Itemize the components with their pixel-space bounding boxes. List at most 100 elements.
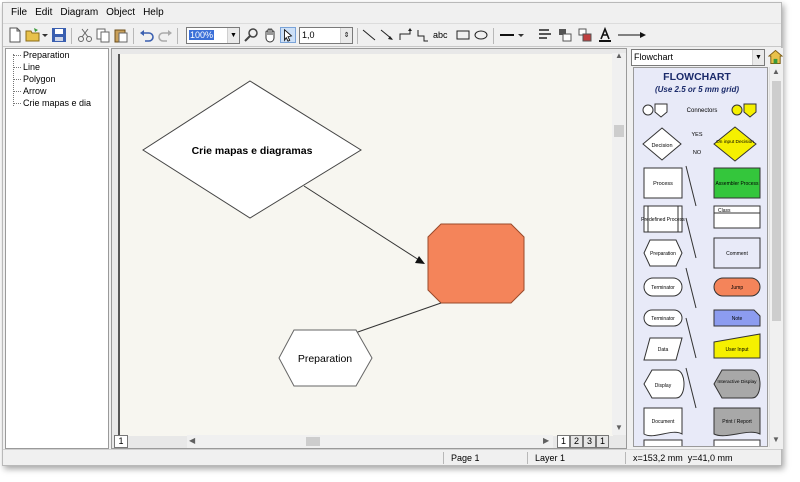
- jump-label: Jump: [731, 285, 743, 291]
- connector-shape[interactable]: [642, 104, 654, 116]
- tree-item-line[interactable]: Line: [9, 61, 40, 73]
- menu-object[interactable]: Object: [102, 3, 139, 23]
- scroll-thumb[interactable]: [772, 81, 781, 321]
- library-home-icon[interactable]: [768, 49, 783, 65]
- preparation-label: Preparation: [650, 251, 676, 257]
- cut-icon[interactable]: [77, 27, 93, 43]
- page-tab[interactable]: 1: [557, 435, 570, 448]
- stepper-icon[interactable]: ⇕: [340, 28, 352, 43]
- library-select[interactable]: Flowchart ▼: [631, 49, 765, 66]
- scroll-right-icon[interactable]: ▶: [543, 436, 549, 445]
- chevron-down-icon[interactable]: [517, 27, 525, 43]
- user-input-label: User Input: [725, 347, 749, 353]
- on-input-decision-label: On input Decision: [716, 139, 754, 145]
- chevron-down-icon[interactable]: [41, 27, 49, 43]
- open-folder-icon[interactable]: [25, 27, 41, 43]
- tree-item-arrow[interactable]: Arrow: [9, 85, 47, 97]
- menu-bar: File Edit Diagram Object Help: [3, 3, 781, 23]
- save-icon[interactable]: [51, 27, 67, 43]
- scroll-thumb[interactable]: [306, 437, 320, 446]
- page-tab[interactable]: 3: [583, 435, 596, 448]
- undo-icon[interactable]: [139, 27, 155, 43]
- zoom-value: 100%: [189, 30, 215, 40]
- font-color-icon[interactable]: [597, 27, 613, 43]
- canvas-horizontal-scrollbar[interactable]: ◀ ▶: [187, 435, 553, 448]
- tree-item-decision[interactable]: Crie mapas e dia: [9, 97, 91, 109]
- line-tool-icon[interactable]: [361, 27, 377, 43]
- connector-yellow-shape[interactable]: [731, 104, 743, 116]
- tree-item-preparation[interactable]: Preparation: [9, 49, 70, 61]
- align-icon[interactable]: [537, 27, 553, 43]
- connector-tool-icon[interactable]: [397, 27, 413, 43]
- offpage-connector-shape[interactable]: [654, 103, 668, 118]
- menu-file[interactable]: File: [7, 3, 31, 23]
- status-coordinates: x=153,2 mm y=41,0 mm: [633, 453, 733, 463]
- decision-text: Crie mapas e diagramas: [192, 145, 313, 157]
- class-label: Class: [718, 208, 731, 214]
- menu-edit[interactable]: Edit: [31, 3, 56, 23]
- yes-label: YES: [691, 132, 702, 138]
- menu-diagram[interactable]: Diagram: [56, 3, 102, 23]
- scroll-up-icon[interactable]: ▲: [772, 67, 780, 76]
- terminator-label: Terminator: [651, 285, 675, 291]
- interactive-display-label: Interactive Display: [717, 379, 757, 385]
- ellipse-tool-icon[interactable]: [473, 27, 489, 43]
- palette-scrollbar[interactable]: ▲ ▼: [769, 67, 782, 447]
- zoom-select[interactable]: 100% ▼: [186, 27, 240, 44]
- canvas-vertical-scrollbar[interactable]: ▲ ▼: [612, 51, 626, 435]
- bring-front-icon[interactable]: [557, 27, 573, 43]
- paste-icon[interactable]: [113, 27, 129, 43]
- pan-hand-icon[interactable]: [262, 27, 278, 43]
- library-select-value: Flowchart: [634, 52, 674, 62]
- note-label: Note: [732, 316, 743, 322]
- scroll-up-icon[interactable]: ▲: [615, 51, 623, 60]
- scroll-down-icon[interactable]: ▼: [772, 435, 780, 444]
- assembler-process-label: Assembler Process: [715, 181, 759, 187]
- library-title: FLOWCHART: [663, 71, 731, 83]
- chevron-down-icon: ▼: [227, 28, 239, 43]
- new-document-icon[interactable]: [7, 27, 23, 43]
- connectors-label: Connectors: [687, 108, 718, 114]
- pointer-select-icon[interactable]: [280, 27, 296, 43]
- line-style-icon[interactable]: [499, 27, 515, 43]
- page-tab[interactable]: 2: [570, 435, 583, 448]
- line-width-field[interactable]: 1,0 ⇕: [299, 27, 353, 44]
- diagram-canvas[interactable]: Crie mapas e diagramas Preparation: [113, 50, 613, 436]
- page-tab[interactable]: 1: [596, 435, 609, 448]
- tree-item-polygon[interactable]: Polygon: [9, 73, 56, 85]
- scroll-down-icon[interactable]: ▼: [615, 423, 623, 432]
- shape-library-panel: Flowchart ▼ FLOWCHART (Use 2.5 or 5 mm gr…: [629, 48, 783, 449]
- curve-connector-icon[interactable]: [415, 27, 431, 43]
- copy-icon[interactable]: [95, 27, 111, 43]
- canvas-frame: Crie mapas e diagramas Preparation 1: [111, 48, 627, 449]
- menu-help[interactable]: Help: [139, 3, 168, 23]
- chevron-down-icon: ▼: [752, 50, 764, 65]
- preparation-text: Preparation: [298, 353, 352, 365]
- redo-icon[interactable]: [157, 27, 173, 43]
- status-page: Page 1: [451, 453, 480, 463]
- rectangle-tool-icon[interactable]: [455, 27, 471, 43]
- object-tree: Preparation Line Polygon Arrow Crie mapa…: [5, 48, 109, 449]
- page-tabs: 1 2 3 1: [555, 435, 613, 448]
- shape-palette[interactable]: FLOWCHART (Use 2.5 or 5 mm grid) Connect…: [633, 67, 768, 447]
- offpage-connector-yellow-shape[interactable]: [743, 103, 757, 118]
- scroll-thumb[interactable]: [614, 125, 624, 137]
- line-end-icon[interactable]: [617, 27, 647, 43]
- line-width-value: 1,0: [302, 30, 315, 40]
- send-back-icon[interactable]: [577, 27, 593, 43]
- toolbar: 100% ▼ 1,0 ⇕ abc: [3, 23, 781, 47]
- display-label: Display: [655, 383, 672, 389]
- predefined-process-label: Predefined Process: [641, 217, 685, 223]
- octagon-shape[interactable]: [427, 223, 525, 304]
- user-input-shape[interactable]: [713, 333, 761, 359]
- text-tool-button[interactable]: abc: [433, 27, 453, 43]
- page-tab-left[interactable]: 1: [114, 435, 128, 448]
- comment-label: Comment: [726, 251, 748, 257]
- print-report-label: Print / Report: [722, 419, 752, 425]
- document-label: Document: [652, 419, 675, 425]
- zoom-icon[interactable]: [244, 27, 260, 43]
- no-label: NO: [693, 150, 702, 156]
- scroll-left-icon[interactable]: ◀: [189, 436, 195, 445]
- arrow-tool-icon[interactable]: [379, 27, 395, 43]
- status-bar: Page 1 Layer 1 x=153,2 mm y=41,0 mm: [3, 449, 781, 465]
